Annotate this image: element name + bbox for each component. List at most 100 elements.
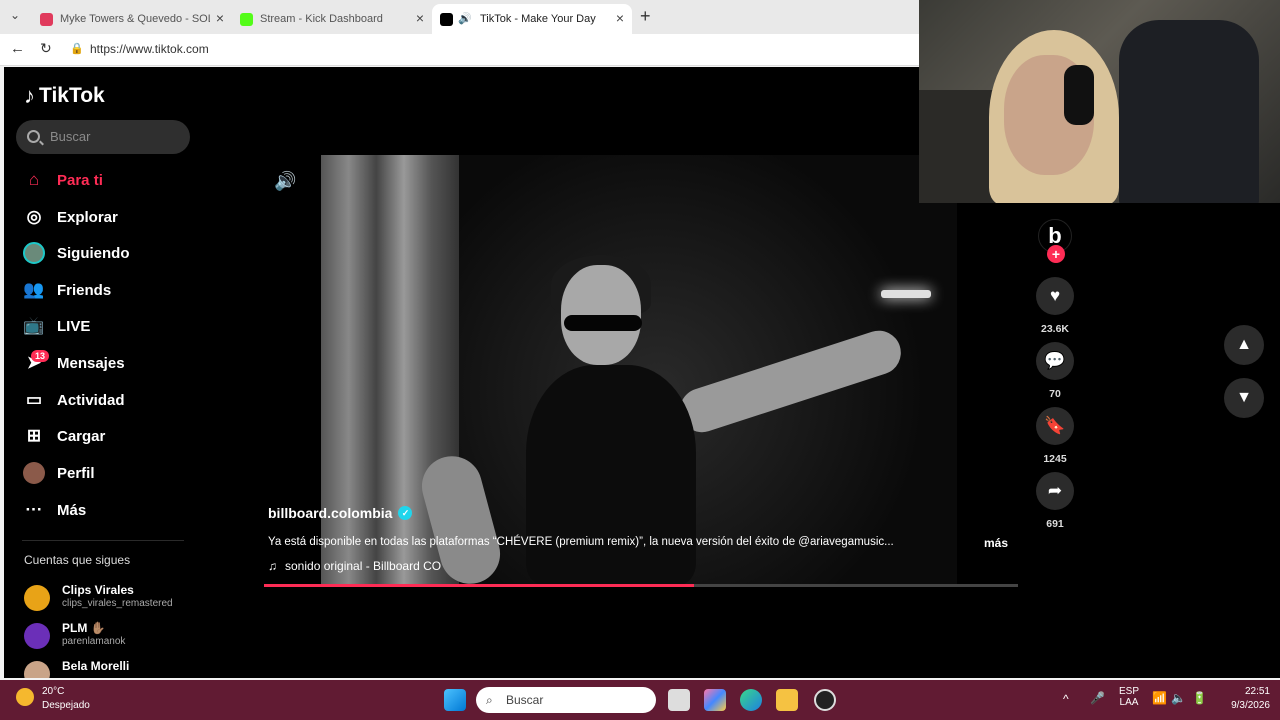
taskbar-search-placeholder: Buscar [506, 693, 544, 707]
nav-label: Cargar [57, 427, 106, 445]
nav-cargar[interactable]: ⊞ Cargar [22, 421, 105, 451]
volume-icon[interactable]: 🔈 [1171, 691, 1186, 705]
nav-friends[interactable]: 👥 Friends [22, 275, 111, 305]
site-info-icon[interactable]: 🔒 [70, 38, 84, 61]
tab-kick-dashboard[interactable]: Stream - Kick Dashboard × [232, 4, 432, 34]
tab-title: TikTok - Make Your Day [480, 13, 596, 25]
tab-list-chevron-icon[interactable]: ⌄ [10, 8, 20, 22]
comment-count: 70 [1049, 388, 1061, 400]
windows-start-icon[interactable] [444, 689, 466, 711]
avatar [24, 585, 50, 611]
caption-more-button[interactable]: más [984, 536, 1008, 550]
like-count: 23.6K [1040, 323, 1070, 335]
comment-button[interactable]: 💬 70 [1035, 342, 1075, 400]
weather-temperature[interactable]: 20°C [42, 686, 64, 697]
next-video-button[interactable]: ▼ [1224, 378, 1264, 418]
heart-icon: ♥ [1036, 277, 1074, 315]
divider [22, 540, 184, 541]
weather-moon-icon[interactable] [16, 688, 34, 706]
search-placeholder: Buscar [50, 129, 91, 144]
tab-myke-towers[interactable]: Myke Towers & Quevedo - SOLEAD × [32, 4, 232, 34]
sound-name: sonido original - Billboard CO [285, 559, 442, 573]
like-button[interactable]: ♥ 23.6K [1035, 277, 1075, 335]
share-button[interactable]: ➦ 691 [1035, 472, 1075, 530]
weather-description[interactable]: Despejado [42, 700, 90, 711]
video-author[interactable]: billboard.colombia ✓ [268, 505, 413, 521]
clock[interactable]: 22:51 9/3/2026 [1231, 686, 1270, 711]
tiktok-logo[interactable]: ♪ TikTok [24, 83, 105, 109]
close-tab-icon[interactable]: × [616, 10, 624, 26]
nav-label: Perfil [57, 464, 95, 482]
edge-browser-icon[interactable] [740, 689, 762, 711]
tray-chevron-up-icon[interactable]: ^ [1063, 692, 1069, 706]
wifi-icon[interactable]: 📶 [1152, 691, 1167, 705]
nav-actividad[interactable]: ▭ Actividad [22, 385, 125, 415]
search-icon [27, 130, 40, 143]
verified-badge-icon: ✓ [398, 506, 413, 520]
avatar [24, 661, 50, 678]
video-progress-fill [264, 584, 694, 587]
share-icon: ➦ [1036, 472, 1074, 510]
nav-perfil[interactable]: Perfil [22, 458, 95, 488]
nav-siguiendo[interactable]: Siguiendo [22, 238, 130, 268]
task-view-icon[interactable] [668, 689, 690, 711]
obs-icon[interactable] [814, 689, 836, 711]
nav-live[interactable]: 📺 LIVE [22, 311, 90, 341]
friends-icon: 👥 [23, 280, 45, 299]
following-heading: Cuentas que sigues [24, 553, 131, 567]
nav-mas[interactable]: ··· Más [22, 495, 87, 525]
nav-para-ti[interactable]: ⌂ Para ti [22, 165, 103, 195]
clock-time: 22:51 [1244, 686, 1270, 697]
tab-title: Stream - Kick Dashboard [260, 13, 383, 25]
windows-taskbar: 20°C Despejado ⌕ Buscar ^ 🎤 ESP LAA 📶 🔈 … [0, 680, 1280, 720]
chevron-down-icon: ▼ [1236, 389, 1252, 406]
tab-tiktok[interactable]: 🔊 TikTok - Make Your Day × [432, 4, 632, 34]
copilot-icon[interactable] [704, 689, 726, 711]
search-input[interactable]: Buscar [16, 120, 190, 154]
video-sound[interactable]: ♫ sonido original - Billboard CO [268, 559, 441, 573]
close-tab-icon[interactable]: × [416, 10, 424, 26]
video-caption: Ya está disponible en todas las platafor… [268, 536, 894, 548]
speaker-icon[interactable]: 🔊 [458, 12, 472, 25]
back-icon[interactable]: ← [10, 40, 25, 57]
more-icon: ··· [25, 500, 43, 519]
activity-icon: ▭ [25, 390, 43, 409]
reload-icon[interactable]: ↻ [40, 40, 52, 57]
file-explorer-icon[interactable] [776, 689, 798, 711]
compass-icon: ◎ [26, 207, 42, 226]
video-progress-bar[interactable] [264, 584, 1018, 587]
volume-icon[interactable]: 🔊 [274, 171, 296, 192]
chevron-up-icon: ▲ [1236, 336, 1252, 353]
url-text: https://www.tiktok.com [90, 42, 209, 56]
account-name: PLM ✋🏽 [62, 621, 106, 635]
webcam-background-chair [1119, 20, 1259, 203]
taskbar-search-input[interactable]: ⌕ Buscar [476, 687, 656, 713]
new-tab-button[interactable]: + [640, 6, 651, 27]
webcam-overlay [919, 0, 1280, 203]
nav-label: Mensajes [57, 354, 125, 372]
messages-badge: 13 [31, 350, 50, 362]
battery-icon[interactable]: 🔋 [1192, 691, 1207, 705]
profile-icon [22, 461, 46, 485]
bookmark-icon: 🔖 [1036, 407, 1074, 445]
nav-label: LIVE [57, 317, 91, 335]
nav-explorar[interactable]: ◎ Explorar [22, 202, 118, 232]
follow-plus-icon[interactable]: + [1047, 245, 1065, 263]
close-tab-icon[interactable]: × [216, 10, 224, 26]
nav-label: Actividad [57, 391, 125, 409]
microphone-icon[interactable]: 🎤 [1090, 691, 1105, 705]
youtube-music-icon [40, 12, 53, 26]
tiktok-note-icon: ♪ [24, 83, 35, 108]
share-count: 691 [1046, 518, 1064, 530]
input-language-indicator[interactable]: ESP LAA [1119, 686, 1139, 708]
clock-date: 9/3/2026 [1231, 700, 1270, 711]
previous-video-button[interactable]: ▲ [1224, 325, 1264, 365]
nav-label: Siguiendo [57, 244, 130, 262]
avatar [24, 623, 50, 649]
account-username: parenlamanok [62, 636, 126, 647]
save-button[interactable]: 🔖 1245 [1035, 407, 1075, 465]
nav-label: Friends [57, 281, 112, 299]
video-player[interactable] [321, 155, 957, 585]
account-username: clips_virales_remastered [62, 598, 173, 609]
nav-label: Más [57, 501, 87, 519]
